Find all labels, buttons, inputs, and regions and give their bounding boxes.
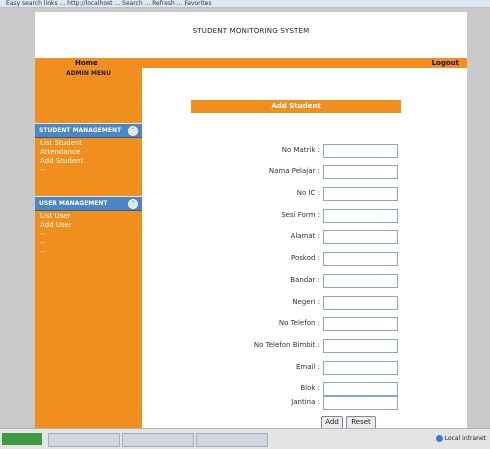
page: STUDENT MONITORING SYSTEM Home Logout AD…: [35, 12, 467, 429]
field-label: No IC :: [296, 189, 320, 197]
field-label: Negeri :: [292, 298, 320, 306]
admin-menu-label: ADMIN MENU: [66, 70, 111, 77]
field-row: No Telefon :: [142, 317, 467, 331]
field-row: Blok :: [142, 382, 467, 396]
field-row: Jantina :: [142, 396, 467, 410]
no-ic-input[interactable]: [323, 187, 398, 201]
student-menu: List Student Attendance Add Student --: [40, 139, 140, 175]
no-telefon-bimbit-input[interactable]: [323, 339, 398, 353]
sidebar-item-placeholder: --: [40, 239, 46, 247]
collapse-icon[interactable]: ⌃: [128, 126, 138, 136]
home-link[interactable]: Home: [75, 58, 98, 68]
field-row: Bandar :: [142, 274, 467, 288]
no-telefon-input[interactable]: [323, 317, 398, 331]
field-row: Nama Pelajar :: [142, 165, 467, 179]
field-label: Blok :: [300, 384, 320, 392]
sidebar-item-attendance[interactable]: Attendance: [40, 148, 140, 157]
status-zone: Local intranet: [435, 433, 486, 445]
jantina-input[interactable]: [323, 396, 398, 410]
main-content: Add Student No Matrik : Nama Pelajar : N…: [142, 68, 467, 429]
section-title: STUDENT MANAGEMENT: [39, 127, 122, 134]
field-row: Poskod :: [142, 252, 467, 266]
bandar-input[interactable]: [323, 274, 398, 288]
zone-label: Local intranet: [444, 435, 486, 442]
field-label: Sesi Form :: [281, 211, 320, 219]
user-management-header[interactable]: USER MANAGEMENT ⌃: [35, 196, 142, 211]
field-label: No Telefon Bimbit :: [253, 341, 320, 349]
sidebar-item-list-user[interactable]: List User: [40, 212, 140, 221]
sidebar-item-placeholder: --: [40, 230, 46, 238]
field-row: Alamat :: [142, 230, 467, 244]
sidebar-item-placeholder: --: [40, 166, 46, 174]
field-label: Email :: [295, 363, 320, 371]
sidebar-item-list-student[interactable]: List Student: [40, 139, 140, 148]
email-input[interactable]: [323, 361, 398, 375]
field-row: No IC :: [142, 187, 467, 201]
taskbar-item[interactable]: [196, 433, 268, 447]
no-matrik-input[interactable]: [323, 144, 398, 158]
student-management-header[interactable]: STUDENT MANAGEMENT ⌃: [35, 123, 142, 138]
field-label: Alamat :: [290, 232, 320, 240]
site-title: STUDENT MONITORING SYSTEM: [192, 27, 310, 35]
sidebar-item-placeholder: --: [40, 248, 46, 256]
sidebar-item-add-student[interactable]: Add Student: [40, 157, 140, 166]
browser-toolbar: Easy search links ... http://localhost .…: [0, 0, 490, 8]
browser-toolbar-text: Easy search links ... http://localhost .…: [6, 0, 212, 7]
field-label: No Telefon :: [278, 319, 320, 327]
field-label: Nama Pelajar :: [268, 167, 320, 175]
sidebar: ADMIN MENU STUDENT MANAGEMENT ⌃ List Stu…: [35, 68, 142, 428]
field-label: No Matrik :: [281, 146, 320, 154]
field-row: Email :: [142, 361, 467, 375]
taskbar-item[interactable]: [122, 433, 194, 447]
sesi-form-input[interactable]: [323, 209, 398, 223]
field-label: Jantina :: [291, 398, 320, 406]
nav-bar: Home Logout: [35, 58, 467, 68]
taskbar-item[interactable]: [48, 433, 120, 447]
form-title: Add Student: [191, 100, 401, 113]
field-label: Bandar :: [290, 276, 320, 284]
user-menu: List User Add User -- -- --: [40, 212, 140, 257]
taskbar: Local intranet: [0, 428, 490, 449]
negeri-input[interactable]: [323, 296, 398, 310]
logout-link[interactable]: Logout: [432, 58, 459, 68]
field-row: Negeri :: [142, 296, 467, 310]
sidebar-item-add-user[interactable]: Add User: [40, 221, 140, 230]
field-row: No Telefon Bimbit :: [142, 339, 467, 353]
globe-icon: [435, 435, 443, 442]
field-row: Sesi Form :: [142, 209, 467, 223]
nama-pelajar-input[interactable]: [323, 165, 398, 179]
section-title: USER MANAGEMENT: [39, 200, 108, 207]
poskod-input[interactable]: [323, 252, 398, 266]
collapse-icon[interactable]: ⌃: [128, 199, 138, 209]
header: STUDENT MONITORING SYSTEM: [35, 12, 467, 58]
field-label: Poskod :: [290, 254, 320, 262]
blok-input[interactable]: [323, 382, 398, 396]
start-button[interactable]: [2, 433, 42, 445]
field-row: No Matrik :: [142, 144, 467, 158]
alamat-input[interactable]: [323, 230, 398, 244]
